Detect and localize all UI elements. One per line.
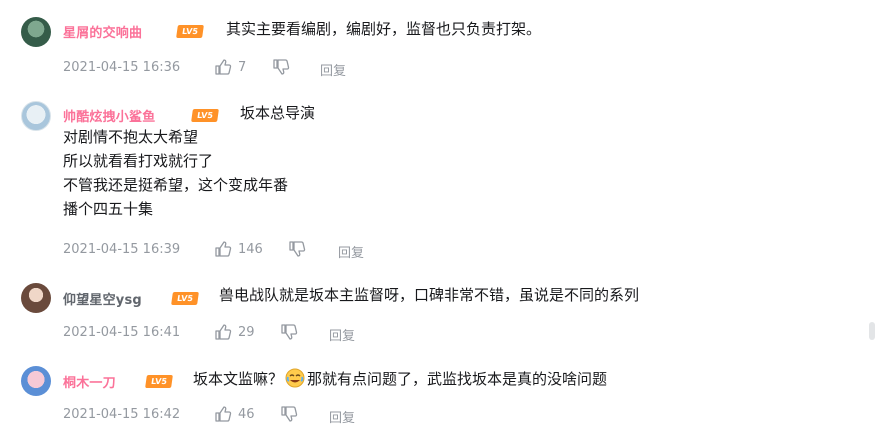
thumbs-down-icon[interactable] (272, 58, 290, 76)
level-badge: LV5 (145, 375, 173, 388)
laughing-tears-emoji (285, 368, 305, 388)
thumbs-up-icon[interactable] (214, 405, 232, 423)
like-count: 46 (238, 407, 255, 422)
comment-content: 兽电战队就是坂本主监督呀，口碑非常不错，虽说是不同的系列 (219, 286, 640, 304)
reply-button[interactable]: 回复 (338, 242, 364, 261)
comment-content: 坂本文监嘛？ 那就有点问题了，武监找坂本是真的没啥问题 (193, 368, 608, 388)
comment-date: 2021-04-15 16:42 (63, 407, 181, 422)
comment-date: 2021-04-15 16:39 (63, 242, 181, 257)
username[interactable]: 仰望星空ysg (63, 289, 142, 308)
comment-content: 其实主要看编剧，编剧好，监督也只负责打架。 (226, 20, 542, 38)
username[interactable]: 桐木一刀 (63, 372, 116, 391)
like-count: 7 (238, 60, 247, 75)
thumbs-up-icon[interactable] (214, 58, 232, 76)
level-badge: LV5 (176, 25, 204, 38)
comment-date: 2021-04-15 16:41 (63, 325, 181, 340)
like-count: 29 (238, 325, 255, 340)
comment-date: 2021-04-15 16:36 (63, 60, 181, 75)
comment-content: 坂本总导演 对剧情不抱太大希望 所以就看看打戏就行了 不管我还是挺希望，这个变成… (63, 104, 316, 218)
scrollbar-thumb[interactable] (869, 322, 875, 340)
reply-button[interactable]: 回复 (320, 60, 346, 79)
level-badge: LV5 (171, 292, 199, 305)
avatar[interactable] (21, 283, 51, 313)
username[interactable]: 星屑的交响曲 (63, 22, 142, 41)
avatar[interactable] (21, 17, 51, 47)
thumbs-down-icon[interactable] (288, 240, 306, 258)
thumbs-up-icon[interactable] (214, 323, 232, 341)
avatar[interactable] (21, 366, 51, 396)
reply-button[interactable]: 回复 (329, 325, 355, 344)
thumbs-up-icon[interactable] (214, 240, 232, 258)
thumbs-down-icon[interactable] (280, 323, 298, 341)
avatar[interactable] (21, 101, 51, 131)
reply-button[interactable]: 回复 (329, 407, 355, 426)
like-count: 146 (238, 242, 263, 257)
thumbs-down-icon[interactable] (280, 405, 298, 423)
